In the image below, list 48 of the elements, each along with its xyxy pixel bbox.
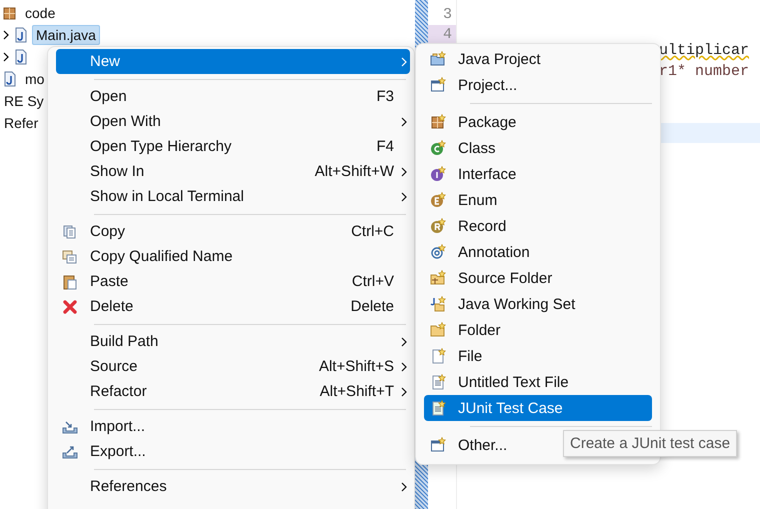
- menu-item[interactable]: Untitled Text File: [424, 369, 652, 395]
- menu-item[interactable]: Copy Ctrl+C: [56, 219, 410, 244]
- shortcut-text: Alt+Shift+W: [314, 163, 394, 180]
- menu-item[interactable]: JUnit Test Case: [424, 395, 652, 421]
- menu-item[interactable]: References: [56, 474, 410, 499]
- menu-item[interactable]: Delete Delete: [56, 294, 410, 319]
- line-number: 3: [442, 5, 453, 25]
- menu-item[interactable]: Enum: [424, 187, 652, 213]
- tree-item[interactable]: Main.java: [32, 25, 100, 45]
- code-line: r1* number: [659, 63, 750, 80]
- menu-item[interactable]: Record: [424, 213, 652, 239]
- menu-item[interactable]: Java Working Set: [424, 291, 652, 317]
- menu-item[interactable]: Class: [424, 135, 652, 161]
- shortcut-text: Ctrl+C: [351, 223, 394, 240]
- line-number: 4: [428, 25, 456, 45]
- menu-item[interactable]: Source Alt+Shift+S: [56, 354, 410, 379]
- tooltip: Create a JUnit test case: [563, 430, 738, 457]
- menu-item[interactable]: Open F3: [56, 84, 410, 109]
- shortcut-text: F4: [376, 138, 394, 155]
- menu-item[interactable]: Refactor Alt+Shift+T: [56, 379, 410, 404]
- menu-item[interactable]: Source Folder: [424, 265, 652, 291]
- code-line: ultiplicar: [659, 42, 750, 59]
- menu-item[interactable]: New: [56, 49, 410, 74]
- menu-item[interactable]: Annotation: [424, 239, 652, 265]
- shortcut-text: Ctrl+V: [352, 273, 394, 290]
- tree-item[interactable]: Refer: [0, 113, 42, 133]
- menu-item[interactable]: Build Path: [56, 329, 410, 354]
- menu-item[interactable]: Copy Qualified Name: [56, 244, 410, 269]
- menu-item[interactable]: Paste Ctrl+V: [56, 269, 410, 294]
- menu-item[interactable]: Folder: [424, 317, 652, 343]
- menu-item[interactable]: Show in Local Terminal: [56, 184, 410, 209]
- menu-item[interactable]: Open With: [56, 109, 410, 134]
- menu-item[interactable]: Interface: [424, 161, 652, 187]
- menu-item[interactable]: Import...: [56, 414, 410, 439]
- menu-item[interactable]: File: [424, 343, 652, 369]
- menu-item[interactable]: Java Project: [424, 46, 652, 72]
- shortcut-text: Delete: [350, 298, 394, 315]
- shortcut-text: F3: [376, 88, 394, 105]
- menu-item[interactable]: Export...: [56, 439, 410, 464]
- shortcut-text: Alt+Shift+T: [320, 383, 394, 400]
- menu-item[interactable]: Show In Alt+Shift+W: [56, 159, 410, 184]
- tree-item[interactable]: mo: [21, 69, 48, 89]
- tree-item[interactable]: RE Sy: [0, 91, 48, 111]
- shortcut-text: Alt+Shift+S: [318, 358, 394, 375]
- tree-item[interactable]: code: [21, 3, 60, 23]
- menu-item[interactable]: Package: [424, 109, 652, 135]
- menu-item[interactable]: Project...: [424, 72, 652, 98]
- menu-item[interactable]: Open Type Hierarchy F4: [56, 134, 410, 159]
